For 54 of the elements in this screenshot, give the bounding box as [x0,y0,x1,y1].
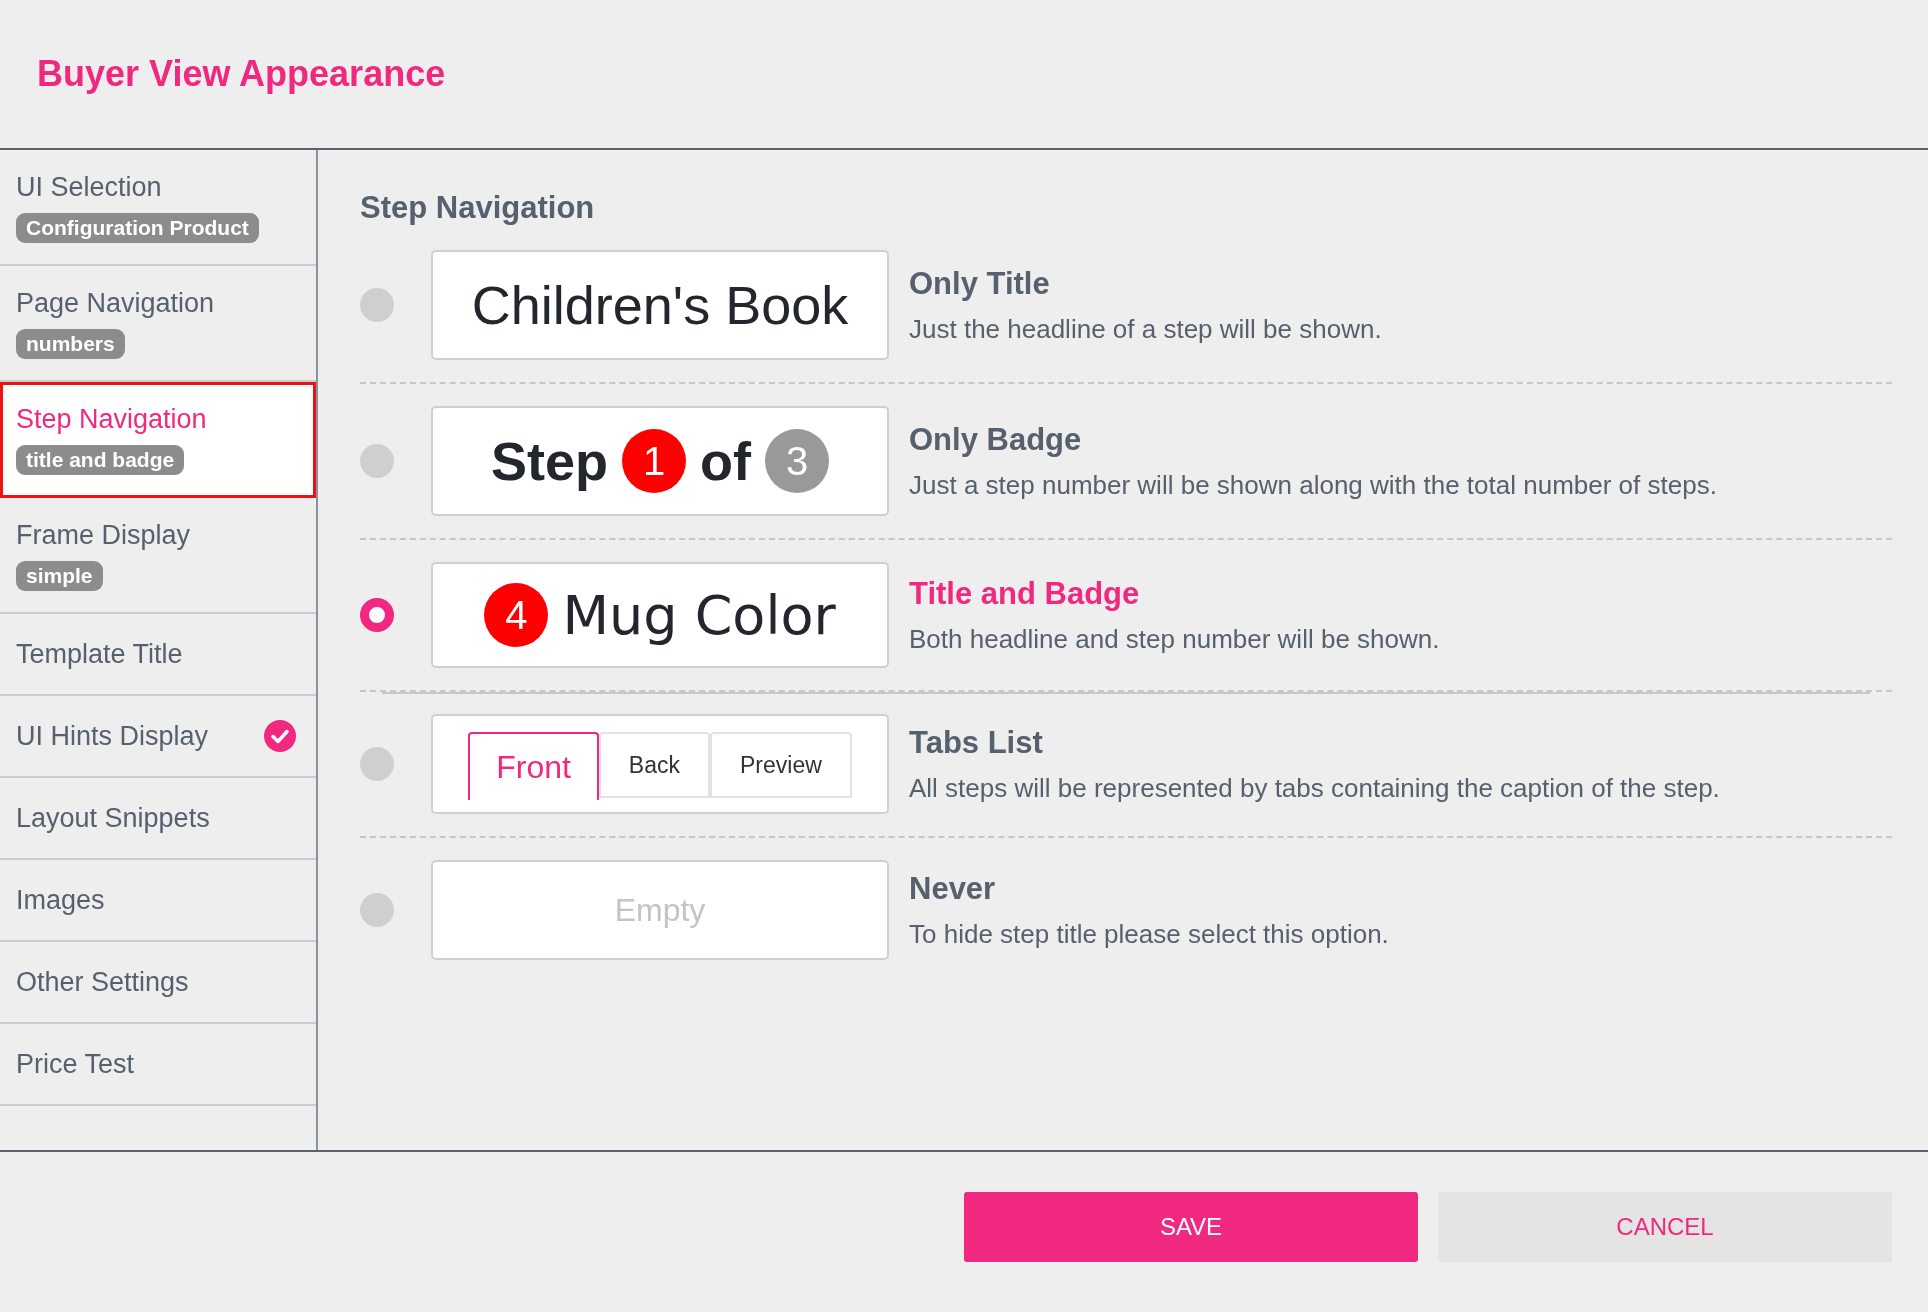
placeholder-text: Empty [614,891,706,929]
value-tag: simple [16,560,103,591]
preview-title: Children's Book [471,274,849,336]
sidebar-item[interactable]: Layout Snippets [0,778,316,860]
option-description: Just a step number will be shown along with the total number of steps. [909,469,1717,501]
sidebar-label: Page Navigation [16,287,215,319]
option-description: Both headline and step number will be shown. [909,623,1440,655]
value-tag: Configuration Product [16,212,259,243]
value-tag: numbers [16,328,125,359]
sidebar-label: Other Settings [16,966,189,998]
sidebar-label: Images [16,884,105,916]
option-title: Title and Badge [909,575,1141,612]
option-title: Only Badge [909,421,1083,458]
value-tag: title and badge [16,444,185,475]
sidebar-label: UI Selection [16,171,162,203]
radio-button[interactable] [360,747,394,781]
step-badge: 1 [622,429,687,493]
option-description: All steps will be represented by tabs containing the caption of the step. [909,772,1720,804]
option-description: Just the headline of a step will be shown. [909,313,1382,345]
option-description: To hide step title please select this option. [909,918,1389,950]
radio-button[interactable] [360,288,394,322]
save-button[interactable]: SAVE [964,1192,1418,1262]
sidebar-item[interactable]: UI Selection Configuration Product [0,150,316,266]
sidebar-label: Step Navigation [16,403,207,435]
option-title: Never [909,870,997,907]
preview-tab[interactable]: Back [598,732,710,798]
radio-button[interactable] [360,444,394,478]
sidebar-item[interactable]: UI Hints Display [0,696,316,778]
preview-tab[interactable]: Preview [710,732,852,798]
sidebar-label: Template Title [16,638,183,670]
sidebar-item[interactable]: Images [0,860,316,942]
preview-title: Mug Color [562,583,836,647]
preview-word: Step [491,430,609,492]
section-title: Step Navigation [360,190,596,226]
check-circle-icon [264,720,296,752]
sidebar-label: UI Hints Display [16,720,209,752]
sidebar-item[interactable]: Other Settings [0,942,316,1024]
sidebar-item[interactable]: Price Test [0,1024,316,1106]
preview-tab[interactable]: Front [468,732,599,800]
radio-button[interactable] [360,598,394,632]
option-title: Only Title [909,265,1051,302]
sidebar-label: Layout Snippets [16,802,210,834]
sidebar-label: Price Test [16,1048,135,1080]
total-badge: 3 [765,429,829,493]
preview-word: of [700,430,751,492]
page-title: Buyer View Appearance [37,53,446,95]
cancel-button[interactable]: CANCEL [1438,1192,1892,1262]
sidebar-item[interactable]: Frame Display simple [0,498,316,614]
radio-button[interactable] [360,893,394,927]
step-badge: 4 [484,583,549,647]
option-title: Tabs List [909,724,1044,761]
sidebar-item[interactable]: Step Navigation title and badge [0,382,316,498]
sidebar-item[interactable]: Template Title [0,614,316,696]
sidebar-label: Frame Display [16,519,191,551]
